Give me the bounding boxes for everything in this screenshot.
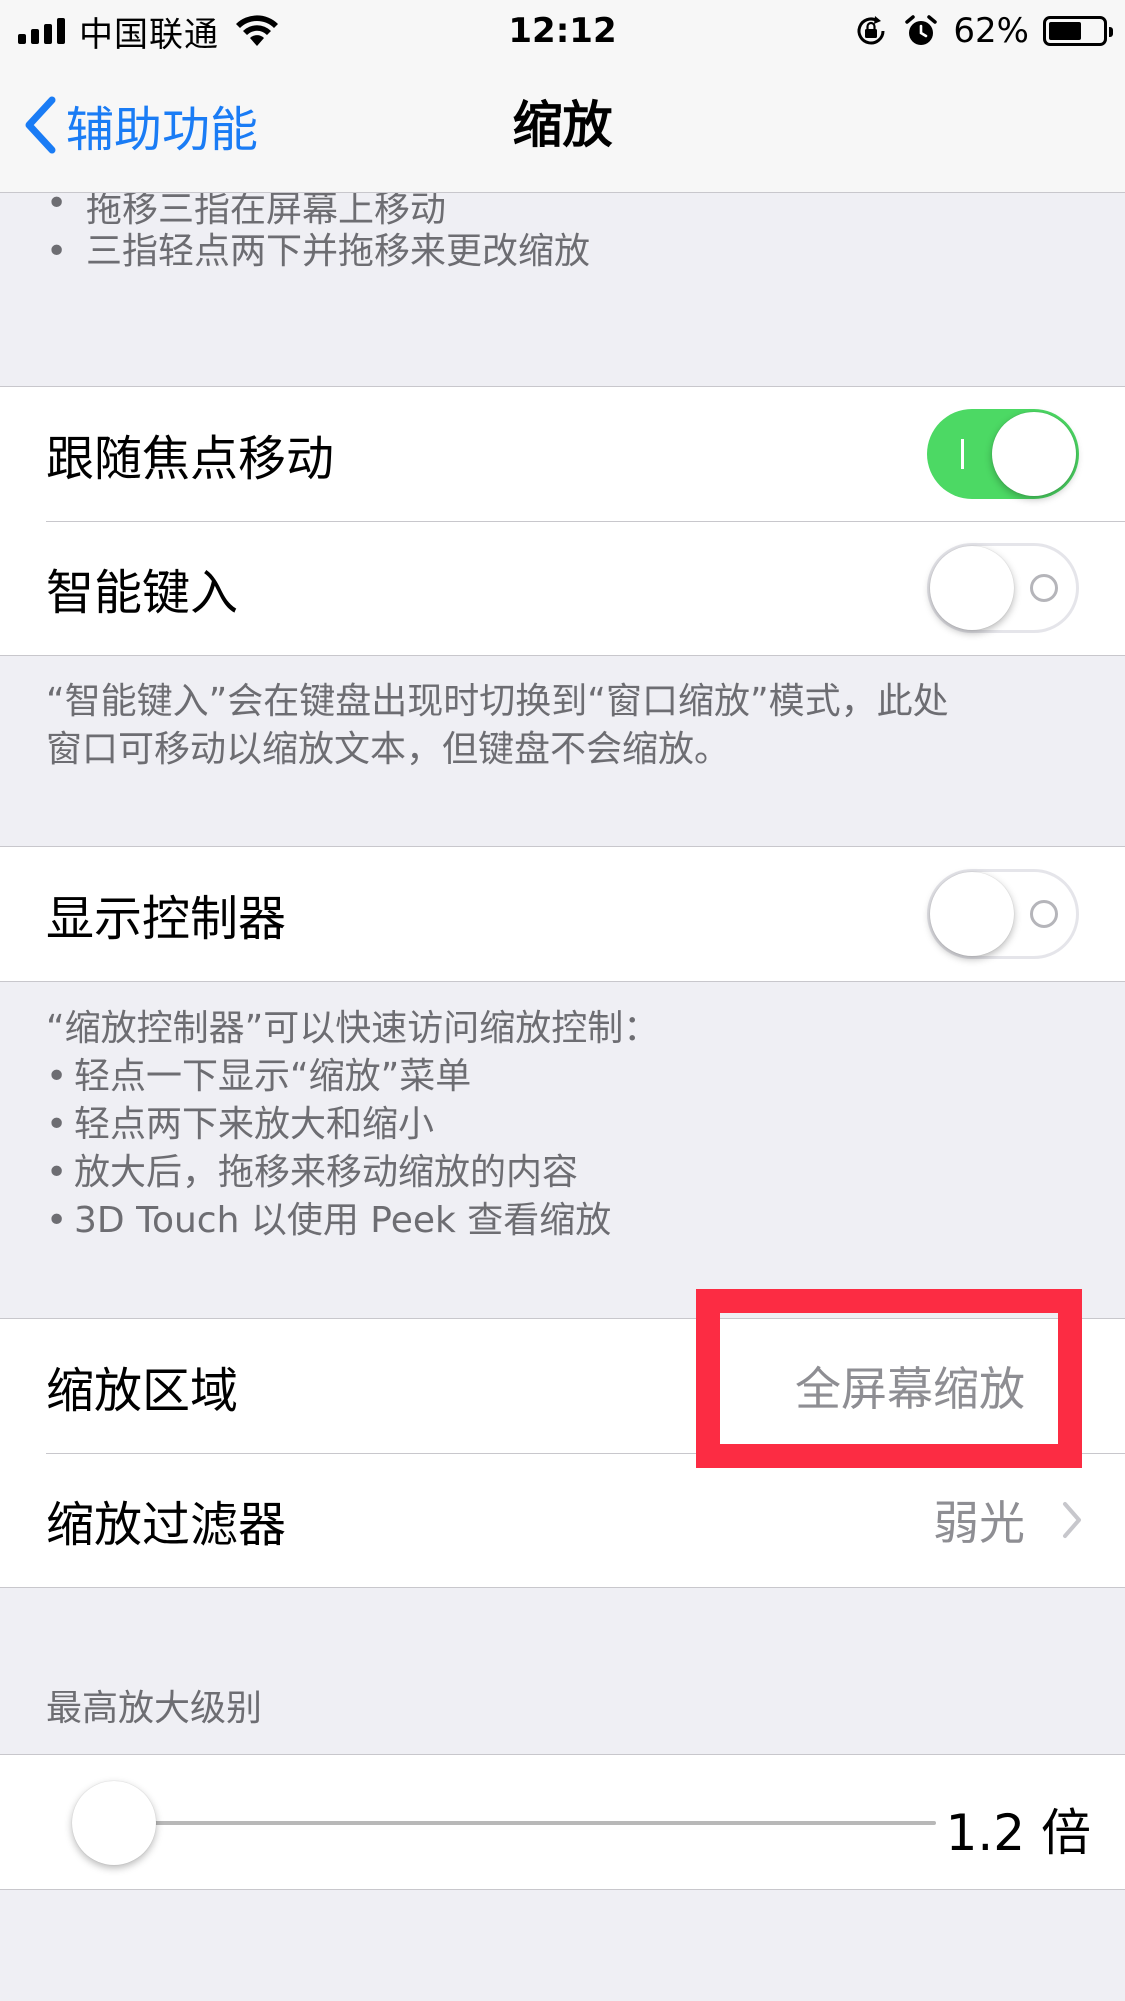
description-bullet: 放大后，拖移来移动缩放的内容 (74, 1152, 579, 1193)
list-item: • 放大后，拖移来移动缩放的内容 (46, 1149, 1106, 1197)
status-right: 62% (853, 8, 1113, 54)
status-bar: 中国联通 12:12 62% (0, 0, 1125, 62)
zoom-region-row[interactable]: 缩放区域 全屏幕缩放 (0, 1319, 1125, 1453)
smart-typing-description: “智能键入”会在键盘出现时切换到“窗口缩放”模式，此处 窗口可移动以缩放文本，但… (46, 678, 1106, 774)
orientation-lock-icon (857, 16, 885, 45)
follow-focus-row: 跟随焦点移动 (0, 387, 1125, 521)
list-item: • 轻点一下显示“缩放”菜单 (46, 1053, 1106, 1101)
description-line: “智能键入”会在键盘出现时切换到“窗口缩放”模式，此处 (46, 681, 949, 722)
battery-fill (1049, 22, 1082, 40)
bullet: • (46, 231, 68, 272)
zoom-slider-thumb[interactable] (72, 1781, 156, 1865)
bullet: • (46, 1152, 68, 1193)
focus-typing-group: 跟随焦点移动 智能键入 (0, 386, 1125, 656)
toggle-on-mark (961, 439, 964, 469)
zoom-filter-row[interactable]: 缩放过滤器 弱光 (0, 1453, 1125, 1587)
zoom-filter-label: 缩放过滤器 (46, 1497, 287, 1553)
chevron-right-icon (1063, 1368, 1081, 1404)
zoom-instructions: • 拖移三指在屏幕上移动 • 三指轻点两下并拖移来更改缩放 (46, 182, 1086, 276)
bullet: • (46, 1056, 68, 1097)
toggle-off-mark (1030, 574, 1058, 602)
smart-typing-toggle[interactable] (927, 543, 1079, 633)
toggle-knob (992, 412, 1076, 496)
bullet: • (46, 1200, 68, 1241)
max-zoom-header: 最高放大级别 (46, 1688, 263, 1729)
description-intro: “缩放控制器”可以快速访问缩放控制： (46, 1008, 660, 1049)
controller-group: 显示控制器 (0, 846, 1125, 982)
battery-icon (1043, 16, 1113, 46)
show-controller-toggle[interactable] (927, 869, 1079, 959)
list-item: • 3D Touch 以使用 Peek 查看缩放 (46, 1197, 1106, 1245)
zoom-region-value: 全屏幕缩放 (795, 1362, 1025, 1416)
follow-focus-label: 跟随焦点移动 (46, 431, 335, 487)
smart-typing-label: 智能键入 (46, 565, 239, 621)
smart-typing-row: 智能键入 (0, 521, 1125, 655)
chevron-right-icon (1063, 1502, 1081, 1538)
description-bullet: 3D Touch 以使用 Peek 查看缩放 (74, 1200, 612, 1241)
follow-focus-toggle[interactable] (927, 409, 1079, 499)
zoom-filter-value: 弱光 (933, 1496, 1025, 1550)
zoom-options-group: 缩放区域 全屏幕缩放 缩放过滤器 弱光 (0, 1318, 1125, 1588)
instruction-text: 三指轻点两下并拖移来更改缩放 (86, 231, 591, 272)
zoom-slider-track[interactable] (114, 1821, 936, 1825)
max-zoom-slider-group: 1.2 倍 (0, 1754, 1125, 1890)
show-controller-row: 显示控制器 (0, 847, 1125, 981)
battery-percent: 62% (953, 11, 1029, 51)
toggle-knob (930, 872, 1014, 956)
list-item: • 三指轻点两下并拖移来更改缩放 (46, 228, 1086, 276)
description-bullet: 轻点一下显示“缩放”菜单 (74, 1056, 472, 1097)
description-line: 窗口可移动以缩放文本，但键盘不会缩放。 (46, 729, 731, 770)
toggle-off-mark (1030, 900, 1058, 928)
toggle-knob (930, 546, 1014, 630)
bullet: • (46, 1104, 68, 1145)
page-title: 缩放 (512, 96, 613, 154)
zoom-region-label: 缩放区域 (46, 1363, 239, 1419)
alarm-icon (905, 15, 938, 45)
list-item: • 轻点两下来放大和缩小 (46, 1101, 1106, 1149)
navigation-bar-content: 辅助功能 缩放 (0, 62, 1125, 192)
description-bullet: 轻点两下来放大和缩小 (74, 1104, 435, 1145)
zoom-level-value: 1.2 倍 (945, 1804, 1091, 1862)
show-controller-label: 显示控制器 (46, 891, 287, 947)
controller-description: “缩放控制器”可以快速访问缩放控制： • 轻点一下显示“缩放”菜单 • 轻点两下… (46, 1005, 1106, 1245)
